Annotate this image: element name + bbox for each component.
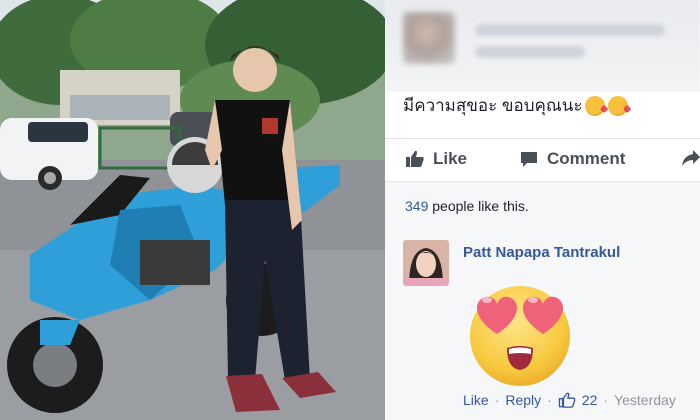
blurred-post-header	[385, 0, 700, 92]
comment-icon	[521, 152, 537, 167]
comment-like-link[interactable]: Like	[463, 392, 489, 408]
share-arrow-icon	[682, 150, 700, 166]
comment-actions: Like · Reply · 22 · Yesterday	[463, 392, 676, 408]
motorcycle-photo	[0, 0, 385, 420]
post-message: มีความสุขอะ ขอบคุณนะ	[403, 92, 629, 119]
heart-eyes-emoji-icon	[470, 286, 570, 386]
likes-summary: 349 people like this.	[385, 182, 700, 232]
post-divider-top	[385, 138, 700, 139]
likes-text[interactable]: 349 people like this.	[405, 198, 529, 214]
likes-count[interactable]: 349	[405, 198, 428, 214]
blurred-name-line	[475, 24, 665, 36]
comment-timestamp: Yesterday	[614, 392, 676, 408]
separator-dot: ·	[547, 392, 552, 408]
comment-label: Comment	[547, 149, 626, 168]
post-actions-bar: Like Comment	[385, 140, 700, 180]
thumbs-up-icon	[406, 150, 424, 167]
likes-suffix: people like this.	[432, 198, 529, 214]
comment-button[interactable]: Comment	[519, 149, 625, 169]
share-button[interactable]	[681, 149, 700, 167]
kissing-heart-emoji-icon	[585, 95, 606, 116]
post-text: มีความสุขอะ ขอบคุณนะ	[403, 96, 583, 115]
comment-item: Patt Napapa Tantrakul Like · Reply · 22 …	[385, 232, 700, 420]
facebook-post-panel: มีความสุขอะ ขอบคุณนะ Like Comment 349 pe…	[385, 0, 700, 420]
kissing-heart-emoji-icon	[608, 95, 629, 116]
separator-dot: ·	[603, 392, 609, 408]
blurred-avatar	[403, 12, 455, 64]
like-label: Like	[433, 149, 468, 168]
like-button[interactable]: Like	[405, 149, 467, 169]
comment-reply-link[interactable]: Reply	[505, 392, 541, 408]
comment-like-count[interactable]: 22	[582, 392, 598, 408]
thumbs-up-outline-icon	[558, 392, 576, 408]
photo-illustration	[0, 0, 385, 420]
screenshot-root: มีความสุขอะ ขอบคุณนะ Like Comment 349 pe…	[0, 0, 700, 420]
commenter-name[interactable]: Patt Napapa Tantrakul	[463, 244, 620, 261]
separator-dot: ·	[494, 392, 500, 408]
blurred-meta-line	[475, 46, 585, 58]
commenter-avatar[interactable]	[403, 240, 449, 286]
commenter-avatar-image	[403, 240, 449, 286]
